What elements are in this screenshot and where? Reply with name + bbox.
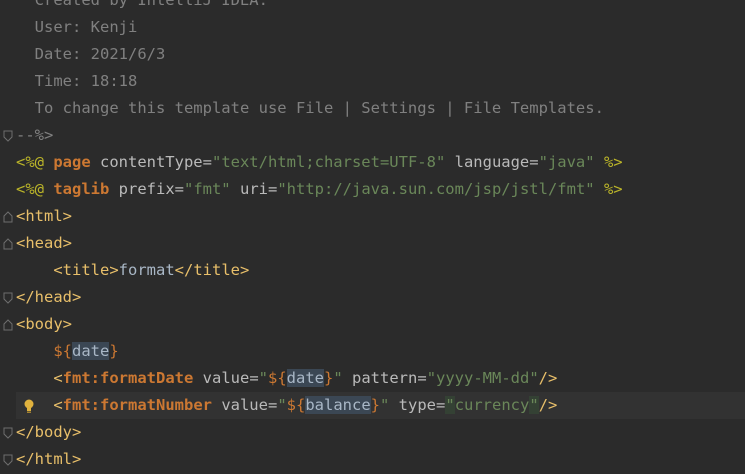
code-line-comment-4[interactable]: Time: 18:18 [16, 68, 745, 95]
directive-keyword: page [53, 153, 91, 171]
fold-start-icon[interactable] [3, 311, 13, 338]
code-line-head-open[interactable]: <head> [16, 230, 745, 257]
code-line-taglib-directive[interactable]: <%@ taglib prefix="fmt" uri="http://java… [16, 176, 745, 203]
tag-end: /> [538, 369, 558, 387]
lightbulb-icon[interactable] [22, 392, 36, 419]
attr-value: "text/html;charset=UTF-8" [211, 153, 446, 171]
attr-name: prefix= [109, 180, 184, 198]
code-line-comment-3[interactable]: Date: 2021/6/3 [16, 41, 745, 68]
directive-close: %> [594, 153, 623, 171]
directive-open: <%@ [16, 153, 54, 171]
el-close: } [109, 342, 119, 360]
directive-keyword: taglib [53, 180, 110, 198]
quote: " [277, 396, 287, 414]
attr-value: currency [454, 396, 530, 414]
el-close: } [324, 369, 334, 387]
quote: " [380, 396, 390, 414]
attr-value: "yyyy-MM-dd" [426, 369, 539, 387]
code-line-el-date[interactable]: ${date} [16, 338, 745, 365]
code-line-page-directive[interactable]: <%@ page contentType="text/html;charset=… [16, 149, 745, 176]
attr-value: "fmt" [183, 180, 231, 198]
attr-value: "http://java.sun.com/jsp/jstl/fmt" [277, 180, 595, 198]
code-line-comment-2[interactable]: User: Kenji [16, 14, 745, 41]
attr-name: value= [211, 396, 278, 414]
el-identifier: date [72, 342, 110, 360]
title-text: format [118, 261, 175, 279]
fold-end-icon[interactable] [3, 122, 13, 149]
fold-end-icon[interactable] [3, 446, 13, 473]
attr-name: type= [389, 396, 446, 414]
tag-lt: < [53, 396, 63, 414]
directive-open: <%@ [16, 180, 54, 198]
el-open: ${ [286, 396, 306, 414]
code-line-format-number[interactable]: <fmt:formatNumber value="${balance}" typ… [16, 392, 745, 419]
attr-name: pattern= [342, 369, 427, 387]
el-identifier: balance [305, 396, 371, 414]
code-line-comment-1[interactable]: Created by IntelliJ IDEA. [16, 0, 745, 14]
attr-name: contentType= [90, 153, 212, 171]
code-line-body-open[interactable]: <body> [16, 311, 745, 338]
quote: " [445, 396, 455, 414]
tag-title-open: <title> [53, 261, 119, 279]
code-line-html-close[interactable]: </html> [16, 446, 745, 473]
code-line-comment-end[interactable]: --%> [16, 122, 745, 149]
code-line-title[interactable]: <title>format</title> [16, 257, 745, 284]
quote: " [529, 396, 539, 414]
quote: " [258, 369, 268, 387]
fold-end-icon[interactable] [3, 284, 13, 311]
el-open: ${ [268, 369, 287, 387]
code-line-comment-5[interactable]: To change this template use File | Setti… [16, 95, 745, 122]
code-editor[interactable]: Created by IntelliJ IDEA. User: Kenji Da… [0, 0, 745, 474]
code-line-body-close[interactable]: </body> [16, 419, 745, 446]
attr-name: language= [445, 153, 539, 171]
code-line-head-close[interactable]: </head> [16, 284, 745, 311]
tag-lt: < [53, 369, 63, 387]
tag-end: /> [538, 396, 558, 414]
fold-start-icon[interactable] [3, 203, 13, 230]
quote: " [333, 369, 343, 387]
directive-close: %> [594, 180, 623, 198]
tag-name: fmt:formatDate [62, 369, 194, 387]
fold-start-icon[interactable] [3, 230, 13, 257]
tag-name: fmt:formatNumber [62, 396, 212, 414]
attr-value: "java" [538, 153, 595, 171]
el-identifier: date [286, 369, 324, 387]
el-open: ${ [53, 342, 72, 360]
fold-end-icon[interactable] [3, 419, 13, 446]
attr-name: value= [193, 369, 259, 387]
code-line-html-open[interactable]: <html> [16, 203, 745, 230]
code-line-format-date[interactable]: <fmt:formatDate value="${date}" pattern=… [16, 365, 745, 392]
el-close: } [370, 396, 380, 414]
attr-name: uri= [230, 180, 278, 198]
tag-title-close: </title> [174, 261, 250, 279]
